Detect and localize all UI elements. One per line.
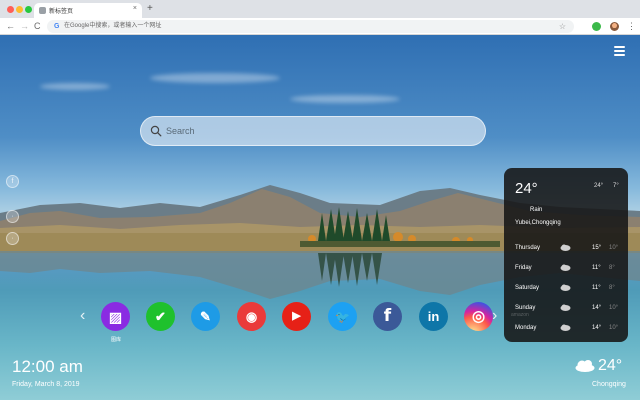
left-rail-dot-icon[interactable]: · xyxy=(6,232,19,245)
app-linkedin-button[interactable]: in xyxy=(419,302,448,331)
profile-avatar[interactable] xyxy=(610,22,619,31)
tab-close-icon[interactable]: × xyxy=(133,5,137,12)
forecast-row: Thursday 15° 10° xyxy=(504,241,628,255)
browser-tab[interactable]: 新标签页 × xyxy=(34,3,142,18)
search-bar[interactable]: Search xyxy=(140,116,486,146)
clock-time: 12:00 am xyxy=(12,357,83,376)
app-instagram-button[interactable]: ◎ xyxy=(464,302,493,331)
bottom-weather-city: Chongqing xyxy=(592,381,626,388)
youtube-icon: ▶ xyxy=(292,310,301,322)
cloud-rain-icon xyxy=(560,264,571,271)
weather-low: 7° xyxy=(613,183,619,189)
forecast-day: Thursday xyxy=(515,245,541,251)
weather-current-temp: 24° xyxy=(515,180,538,197)
forecast-high: 14° xyxy=(592,325,602,331)
tab-title: 新标签页 xyxy=(49,9,74,15)
notes-icon: ✎ xyxy=(200,309,211,324)
new-tab-button[interactable]: + xyxy=(147,3,153,15)
maximize-window-button[interactable] xyxy=(25,6,32,13)
hamburger-menu-icon[interactable] xyxy=(614,46,625,58)
cloud xyxy=(290,95,400,103)
forecast-high: 14° xyxy=(592,305,602,311)
twitter-bird-icon: 🐦 xyxy=(335,309,350,324)
forecast-high: 11° xyxy=(592,265,601,271)
app-tasks-button[interactable]: ✔ xyxy=(146,302,175,331)
reload-button[interactable]: C xyxy=(34,20,41,32)
cloud xyxy=(150,73,280,83)
forecast-day: Sunday xyxy=(515,305,536,311)
app-twitter-button[interactable]: 🐦 xyxy=(328,302,357,331)
left-rail-dot-icon[interactable]: · xyxy=(6,210,19,223)
app-facebook-button[interactable]: f xyxy=(373,302,402,331)
app-notes-button[interactable]: ✎ xyxy=(191,302,220,331)
forecast-low: 10° xyxy=(609,305,619,311)
app-games-button[interactable]: ◉ xyxy=(237,302,266,331)
checkmark-icon: ✔ xyxy=(155,309,166,324)
instagram-icon: ◎ xyxy=(471,308,486,325)
forecast-day: Monday xyxy=(515,325,537,331)
linkedin-icon: in xyxy=(427,309,440,324)
address-bar[interactable]: G 在Google中搜索，或者输入一个网址 ☆ xyxy=(47,20,574,33)
back-button[interactable]: ← xyxy=(6,20,15,32)
clock-date: Friday, March 8, 2019 xyxy=(12,381,80,388)
app-gallery-label: 图库 xyxy=(110,337,121,343)
close-window-button[interactable] xyxy=(7,6,14,13)
weather-location: Yubei,Chongqing xyxy=(515,220,561,226)
forecast-low: 8° xyxy=(609,285,615,291)
ghost-app-label: amazon xyxy=(511,312,529,318)
search-icon xyxy=(150,125,162,137)
forecast-low: 8° xyxy=(609,265,615,271)
forecast-row: Friday 11° 8° xyxy=(504,261,628,275)
search-input[interactable]: Search xyxy=(166,126,195,136)
browser-toolbar: ← → C G 在Google中搜索，或者输入一个网址 ☆ ⋮ xyxy=(0,18,640,35)
left-rail-facebook-icon[interactable]: f xyxy=(6,175,19,188)
cloud-rain-icon xyxy=(560,284,571,291)
minimize-window-button[interactable] xyxy=(16,6,23,13)
google-icon: G xyxy=(54,23,60,30)
forward-button[interactable]: → xyxy=(20,20,29,32)
gamepad-icon: ◉ xyxy=(245,309,258,324)
forecast-day: Saturday xyxy=(515,285,540,291)
cloud xyxy=(40,83,110,90)
cloud-rain-icon xyxy=(560,304,571,311)
forecast-row: Monday 14° 10° xyxy=(504,321,628,335)
facebook-icon: f xyxy=(383,306,392,326)
cloud-icon[interactable] xyxy=(574,359,596,372)
forecast-low: 10° xyxy=(609,325,619,331)
bottom-weather-temp[interactable]: 24° xyxy=(598,357,622,375)
weather-condition: Rain xyxy=(530,207,543,213)
forecast-low: 10° xyxy=(609,245,619,251)
address-bar-placeholder: 在Google中搜索，或者输入一个网址 xyxy=(64,23,162,29)
app-youtube-button[interactable]: ▶ xyxy=(282,302,311,331)
forecast-high: 15° xyxy=(592,245,602,251)
cloud-rain-icon xyxy=(560,324,571,331)
extension-icon[interactable] xyxy=(592,22,601,31)
forecast-day: Friday xyxy=(515,265,532,271)
dock-prev-arrow-icon[interactable]: ‹ xyxy=(80,306,85,326)
browser-menu-icon[interactable]: ⋮ xyxy=(627,21,636,31)
gallery-icon: ▨ xyxy=(108,308,123,325)
tab-favicon-icon xyxy=(39,7,46,14)
weather-high: 24° xyxy=(594,183,604,189)
app-gallery-button[interactable]: ▨ xyxy=(101,302,130,331)
cloud-rain-icon xyxy=(560,244,571,251)
tab-strip: 新标签页 × + xyxy=(0,0,640,18)
forecast-row: Saturday 11° 8° xyxy=(504,281,628,295)
bookmark-star-icon[interactable]: ☆ xyxy=(559,22,566,31)
forecast-high: 11° xyxy=(592,285,601,291)
